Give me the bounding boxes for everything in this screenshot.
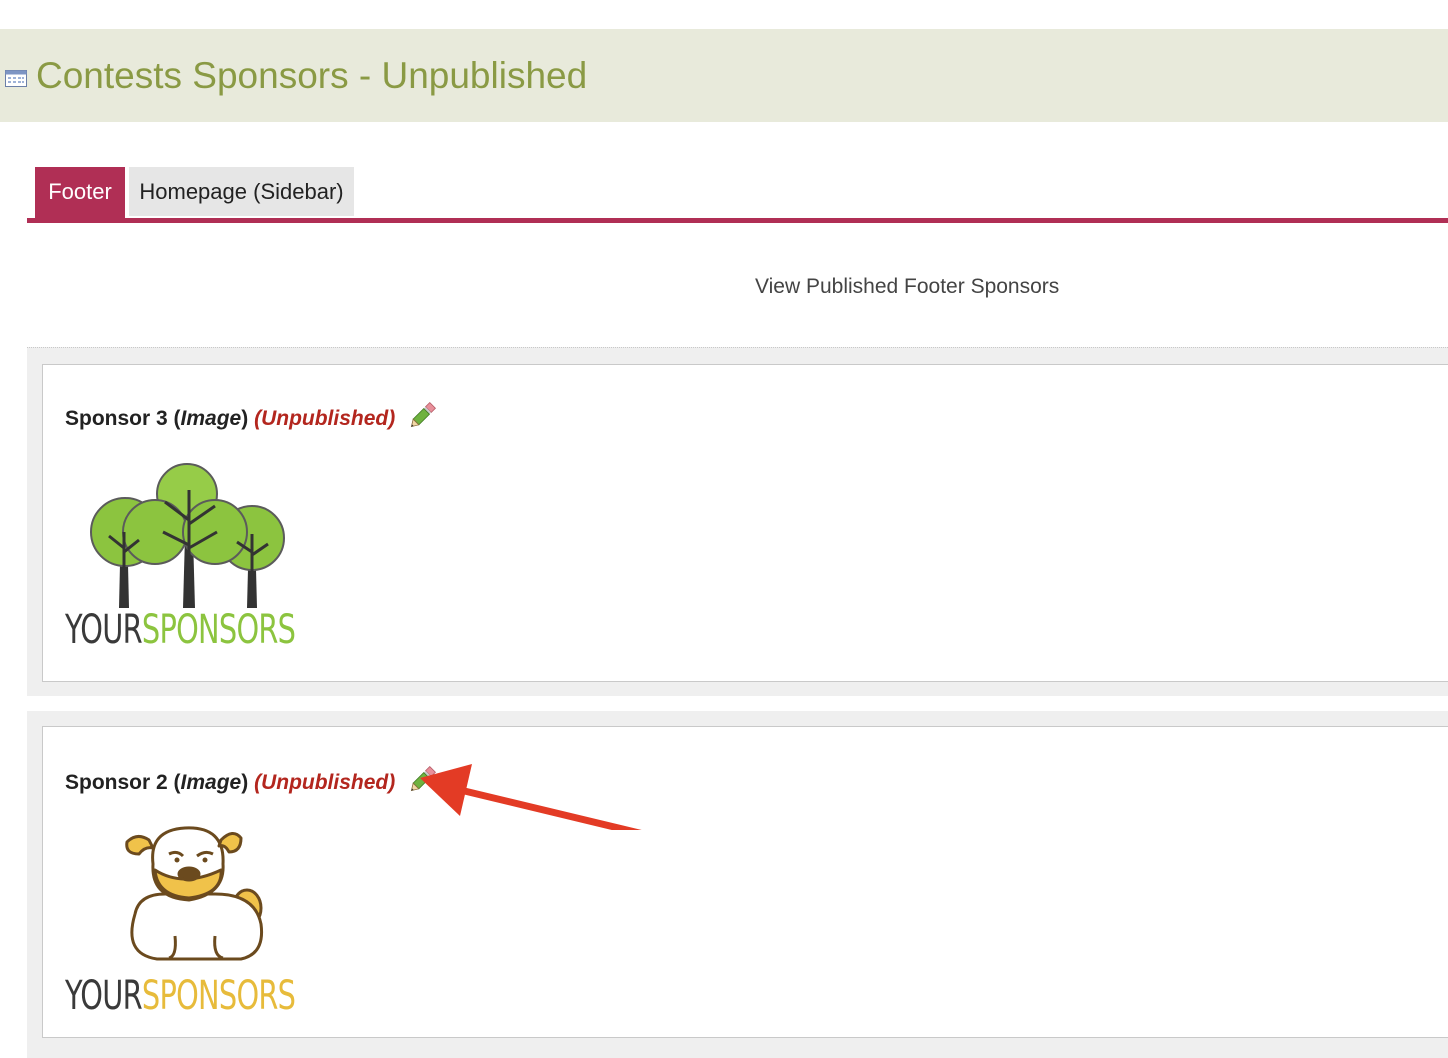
sponsor-name: Sponsor 2 <box>65 771 168 794</box>
sponsor-type: Image <box>180 771 242 794</box>
logo-wordmark: YOURSPONSORS <box>65 973 296 1019</box>
bulldog-logo-icon <box>125 826 264 961</box>
view-published-footer-sponsors-link[interactable]: View Published Footer Sponsors <box>755 270 1059 304</box>
tab-bar: Footer Homepage (Sidebar) <box>27 167 1448 224</box>
tab-homepage-sidebar[interactable]: Homepage (Sidebar) <box>129 167 354 216</box>
logo-word-accent: SPONSORS <box>141 973 296 1019</box>
sponsor-logo: YOURSPONSORS <box>65 460 325 660</box>
page-title: Contests Sponsors - Unpublished <box>36 55 588 96</box>
tab-underline <box>27 218 1448 223</box>
calendar-icon <box>5 70 27 87</box>
logo-wordmark: YOURSPONSORS <box>65 607 296 653</box>
sponsor-logo: YOURSPONSORS <box>65 824 325 1024</box>
logo-word-dark: YOUR <box>65 607 143 653</box>
sponsor-heading: Sponsor 2 (Image) (Unpublished) <box>65 763 439 798</box>
sponsor-status: (Unpublished) <box>254 407 396 430</box>
sponsor-type-close: ) <box>241 407 249 430</box>
sponsor-name: Sponsor 3 <box>65 407 168 430</box>
title-bar: Contests Sponsors - Unpublished <box>0 29 1448 122</box>
pencil-edit-icon[interactable] <box>405 399 439 433</box>
trees-logo-icon <box>90 463 285 608</box>
sponsor-panel: Sponsor 3 (Image) (Unpublished) YOURSPON… <box>27 347 1448 696</box>
logo-word-accent: SPONSORS <box>141 607 296 653</box>
sponsor-card: Sponsor 3 (Image) (Unpublished) YOURSPON… <box>42 364 1448 682</box>
sponsor-type-open: ( <box>173 407 181 430</box>
logo-word-dark: YOUR <box>65 973 143 1019</box>
sponsor-heading: Sponsor 3 (Image) (Unpublished) <box>65 399 439 434</box>
tab-footer[interactable]: Footer <box>35 167 125 218</box>
sponsor-card: Sponsor 2 (Image) (Unpublished) YOURSPON… <box>42 726 1448 1038</box>
annotation-arrow-icon <box>420 764 642 830</box>
sponsor-type: Image <box>180 407 242 430</box>
sponsor-type-open: ( <box>173 771 181 794</box>
sponsor-status: (Unpublished) <box>254 771 396 794</box>
sponsor-panel: Sponsor 2 (Image) (Unpublished) YOURSPON… <box>27 711 1448 1058</box>
sponsor-type-close: ) <box>241 771 249 794</box>
page: Contests Sponsors - Unpublished Footer H… <box>0 0 1448 1058</box>
